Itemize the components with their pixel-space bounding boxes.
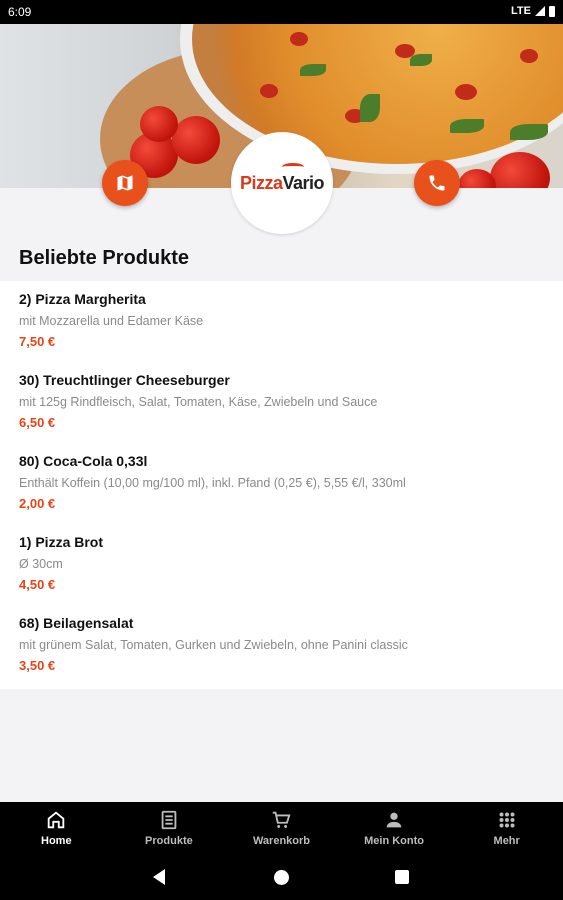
- basil-leaf: [360, 94, 380, 122]
- person-icon: [386, 812, 402, 828]
- brand-logo: PizzaVario: [231, 132, 333, 234]
- logo-part-pizza: Pizza: [239, 172, 283, 193]
- system-navigation: [0, 854, 563, 900]
- tomato: [140, 106, 178, 142]
- home-circle-icon[interactable]: [274, 870, 289, 885]
- topping: [455, 84, 477, 100]
- product-description: Enthält Koffein (10,00 mg/100 ml), inkl.…: [19, 476, 406, 490]
- nav-label: Warenkorb: [252, 835, 310, 847]
- product-price: 2,00 €: [19, 496, 56, 511]
- map-icon: [117, 175, 133, 191]
- logo-text: PizzaVario: [239, 162, 325, 194]
- product-price: 6,50 €: [19, 415, 56, 430]
- product-price: 3,50 €: [19, 658, 56, 673]
- status-time: 6:09: [8, 5, 32, 19]
- topping: [290, 32, 308, 46]
- product-price: 4,50 €: [19, 577, 56, 592]
- product-name: 30) Treuchtlinger Cheeseburger: [19, 372, 230, 388]
- apps-grid-icon: [499, 812, 515, 828]
- section-title: Beliebte Produkte: [19, 247, 190, 269]
- nav-mehr[interactable]: Mehr: [450, 802, 563, 854]
- status-indicators: LTE: [511, 5, 555, 17]
- basil-leaf: [300, 64, 326, 76]
- nav-home[interactable]: Home: [0, 802, 113, 854]
- back-icon[interactable]: [153, 869, 165, 885]
- product-item[interactable]: 30) Treuchtlinger Cheeseburger mit 125g …: [0, 371, 563, 452]
- product-description: mit 125g Rindfleisch, Salat, Tomaten, Kä…: [19, 395, 378, 409]
- product-name: 68) Beilagensalat: [19, 615, 134, 631]
- call-button[interactable]: [414, 160, 460, 206]
- product-item[interactable]: 68) Beilagensalat mit grünem Salat, Toma…: [0, 614, 563, 695]
- tomato: [490, 152, 550, 188]
- bottom-navigation: Home Produkte Warenkorb Mein Konto Mehr: [0, 802, 563, 854]
- nav-label: Produkte: [145, 835, 193, 847]
- basil-leaf: [510, 124, 548, 140]
- nav-label: Mehr: [493, 835, 520, 847]
- phone-icon: [429, 175, 445, 191]
- nav-mein-konto[interactable]: Mein Konto: [338, 802, 451, 854]
- status-bar: 6:09 LTE: [0, 0, 563, 24]
- product-price: 7,50 €: [19, 334, 56, 349]
- signal-icon: [535, 6, 545, 16]
- product-item[interactable]: 1) Pizza Brot Ø 30cm 4,50 €: [0, 533, 563, 614]
- product-name: 1) Pizza Brot: [19, 534, 104, 550]
- logo-hat-icon: [281, 162, 304, 171]
- map-button[interactable]: [102, 160, 148, 206]
- product-description: mit Mozzarella und Edamer Käse: [19, 314, 204, 328]
- product-description: Ø 30cm: [19, 557, 63, 571]
- product-item[interactable]: 2) Pizza Margherita mit Mozzarella und E…: [0, 290, 563, 371]
- nav-label: Mein Konto: [364, 835, 425, 847]
- product-name: 80) Coca-Cola 0,33l: [19, 453, 148, 469]
- menu-book-icon: [161, 810, 177, 830]
- product-item[interactable]: 80) Coca-Cola 0,33l Enthält Koffein (10,…: [0, 452, 563, 533]
- recents-icon[interactable]: [395, 870, 409, 884]
- product-list: 2) Pizza Margherita mit Mozzarella und E…: [0, 281, 563, 689]
- basil-leaf: [410, 54, 432, 66]
- home-icon: [48, 811, 65, 829]
- nav-label: Home: [41, 835, 72, 847]
- nav-produkte[interactable]: Produkte: [113, 802, 226, 854]
- topping: [260, 84, 278, 98]
- basil-leaf: [450, 119, 484, 133]
- product-name: 2) Pizza Margherita: [19, 291, 146, 307]
- nav-warenkorb[interactable]: Warenkorb: [225, 802, 338, 854]
- cart-icon: [273, 811, 291, 828]
- logo-part-vario: Vario: [282, 172, 325, 193]
- tomato: [172, 116, 220, 164]
- network-type: LTE: [511, 5, 531, 17]
- battery-icon: [549, 5, 555, 17]
- topping: [520, 49, 538, 63]
- product-description: mit grünem Salat, Tomaten, Gurken und Zw…: [19, 638, 408, 652]
